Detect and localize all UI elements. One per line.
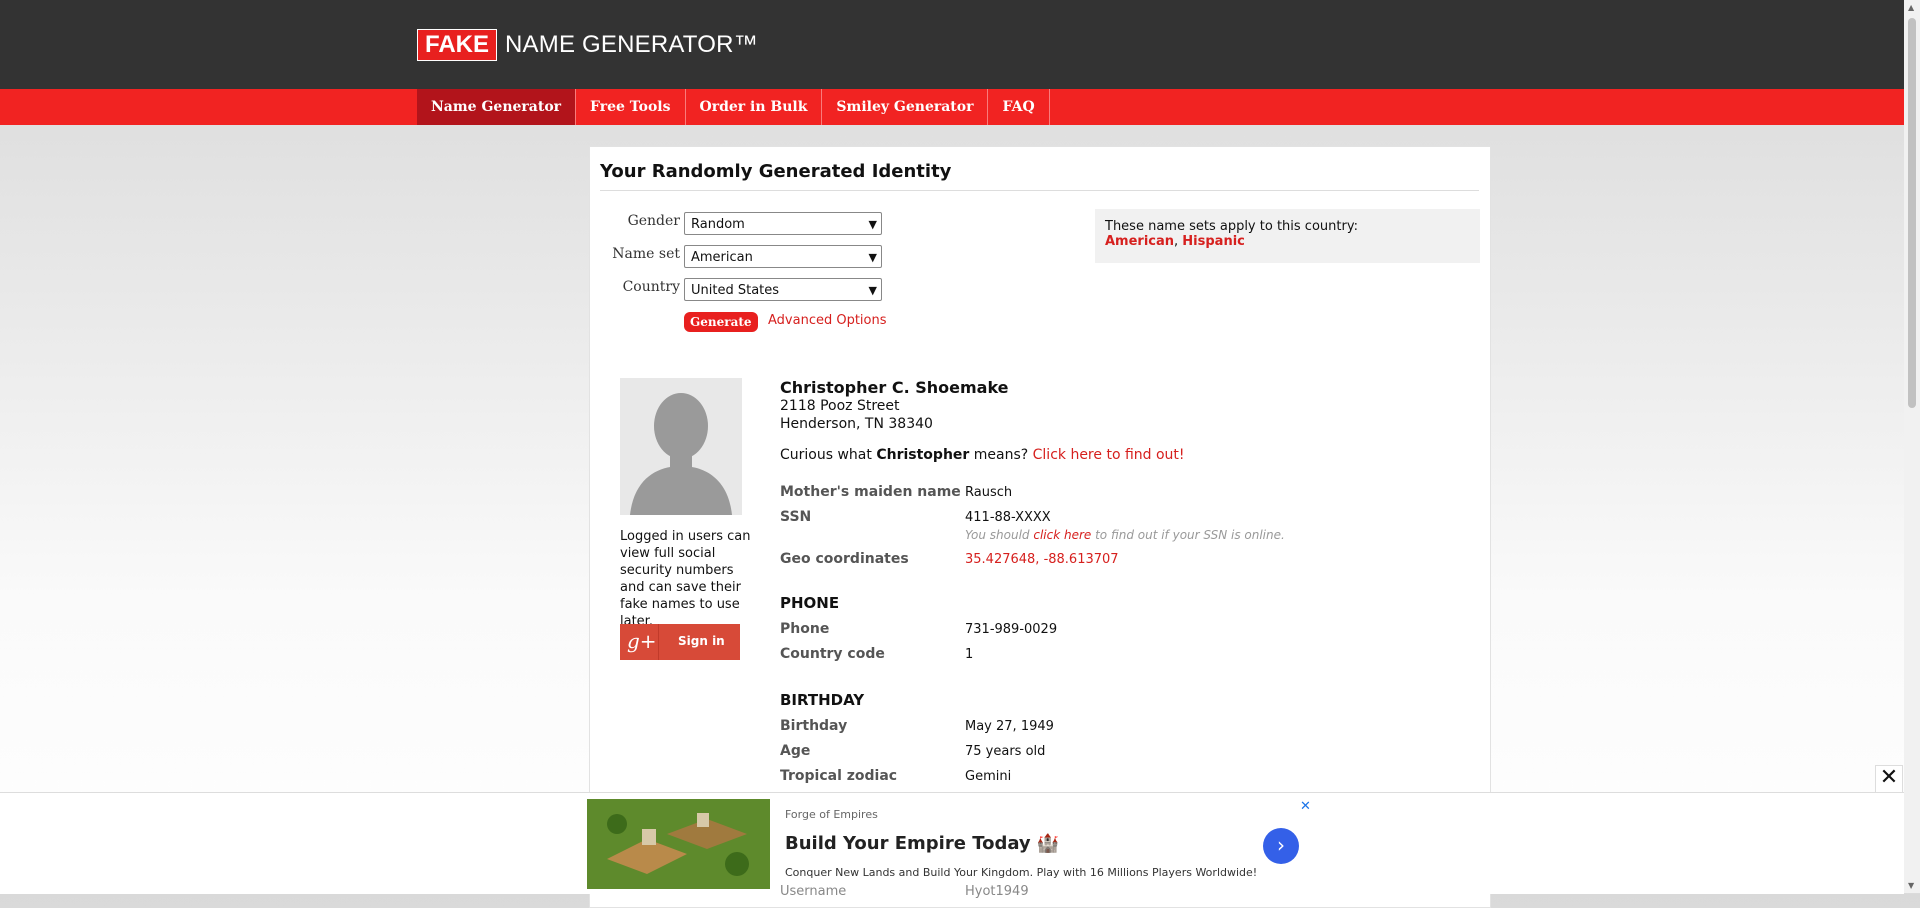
birthday-heading: BIRTHDAY xyxy=(780,691,865,709)
site-logo[interactable]: FAKE NAME GENERATOR™ xyxy=(417,29,758,61)
scrollbar-thumb[interactable] xyxy=(1908,18,1916,408)
geo-coordinates-link[interactable]: 35.427648, -88.613707 xyxy=(965,552,1119,567)
country-nameset-note: These name sets apply to this country: A… xyxy=(1095,209,1480,263)
avatar xyxy=(620,378,742,515)
nav-smiley-generator[interactable]: Smiley Generator xyxy=(822,89,989,125)
site-header: FAKE NAME GENERATOR™ xyxy=(0,0,1904,89)
maiden-name-label: Mother's maiden name xyxy=(780,484,961,500)
divider xyxy=(658,624,659,660)
nameset-value: American xyxy=(691,250,753,265)
login-note: Logged in users can view full social sec… xyxy=(620,529,751,629)
chevron-down-icon: ▼ xyxy=(868,251,877,264)
country-code-label: Country code xyxy=(780,646,885,662)
geo-label: Geo coordinates xyxy=(780,551,909,567)
ssn-hint-prefix: You should xyxy=(965,528,1034,542)
phone-label: Phone xyxy=(780,621,830,637)
nameset-label: Name set xyxy=(612,246,680,262)
age-value: 75 years old xyxy=(965,744,1046,759)
country-value: United States xyxy=(691,283,780,298)
username-value-peek: Hyot1949 xyxy=(965,884,1029,899)
birthday-value: May 27, 1949 xyxy=(965,719,1054,734)
google-plus-icon: g+ xyxy=(627,629,657,653)
scroll-up-icon[interactable]: ▲ xyxy=(1908,3,1914,12)
country-select[interactable]: United States ▼ xyxy=(684,278,882,301)
nav-free-tools[interactable]: Free Tools xyxy=(576,89,686,125)
chevron-down-icon: ▼ xyxy=(868,218,877,231)
country-code-value: 1 xyxy=(965,647,974,662)
nav-faq[interactable]: FAQ xyxy=(988,89,1050,125)
gender-value: Random xyxy=(691,217,745,232)
chevron-right-icon[interactable]: › xyxy=(1263,828,1299,864)
nav-order-in-bulk[interactable]: Order in Bulk xyxy=(686,89,823,125)
advanced-options-link[interactable]: Advanced Options xyxy=(768,313,887,328)
phone-value: 731-989-0029 xyxy=(965,622,1058,637)
ssn-check-link[interactable]: click here xyxy=(1033,528,1091,542)
ssn-hint-suffix: to find out if your SSN is online. xyxy=(1091,528,1285,542)
ad-brand[interactable]: Forge of Empires xyxy=(785,808,878,821)
birthday-label: Birthday xyxy=(780,718,848,734)
ad-banner: Forge of Empires Build Your Empire Today… xyxy=(0,792,1904,899)
identity-name: Christopher C. Shoemake xyxy=(780,378,1009,397)
nameset-link-american[interactable]: American xyxy=(1105,234,1174,249)
google-signin-button[interactable]: g+ Sign in xyxy=(620,624,740,660)
game-scene-icon xyxy=(587,799,770,889)
gender-select[interactable]: Random ▼ xyxy=(684,212,882,235)
logo-text: NAME GENERATOR™ xyxy=(505,31,758,58)
country-label: Country xyxy=(622,279,680,295)
curious-prefix: Curious what xyxy=(780,447,877,463)
country-note-text: These name sets apply to this country: xyxy=(1105,219,1358,234)
ssn-value: 411-88-XXXX xyxy=(965,510,1051,525)
nav-name-generator[interactable]: Name Generator xyxy=(417,89,577,125)
page-scrollbar[interactable]: ▲ ▼ xyxy=(1904,0,1920,893)
generate-button[interactable]: Generate xyxy=(684,312,758,332)
logo-fake: FAKE xyxy=(417,29,498,61)
age-label: Age xyxy=(780,743,811,759)
scroll-down-icon[interactable]: ▼ xyxy=(1908,881,1914,890)
divider xyxy=(600,190,1479,191)
ad-image[interactable] xyxy=(587,799,770,889)
curious-mid: means? xyxy=(969,447,1033,463)
nameset-select[interactable]: American ▼ xyxy=(684,245,882,268)
username-label-peek: Username xyxy=(780,884,847,899)
address-city: Henderson, TN 38340 xyxy=(780,416,933,432)
maiden-name-value: Rausch xyxy=(965,485,1013,500)
main-nav: Name Generator Free Tools Order in Bulk … xyxy=(0,89,1904,125)
ad-title[interactable]: Build Your Empire Today 🏰 xyxy=(785,833,1059,854)
name-meaning-line: Curious what Christopher means? Click he… xyxy=(780,447,1185,463)
ad-description: Conquer New Lands and Build Your Kingdom… xyxy=(785,866,1258,879)
gender-label: Gender xyxy=(627,213,680,229)
ssn-hint: You should click here to find out if you… xyxy=(965,528,1285,542)
signin-label: Sign in xyxy=(678,634,725,648)
ad-close-icon[interactable]: ✕ xyxy=(1300,799,1311,814)
page-title: Your Randomly Generated Identity xyxy=(600,161,952,182)
curious-name: Christopher xyxy=(876,447,970,463)
close-ad-overlay-button[interactable]: ✕ xyxy=(1875,765,1903,793)
phone-heading: PHONE xyxy=(780,594,840,612)
ssn-label: SSN xyxy=(780,509,812,525)
address-street: 2118 Pooz Street xyxy=(780,398,900,414)
name-meaning-link[interactable]: Click here to find out! xyxy=(1033,447,1185,463)
chevron-down-icon: ▼ xyxy=(868,284,877,297)
zodiac-label: Tropical zodiac xyxy=(780,768,898,784)
zodiac-value: Gemini xyxy=(965,769,1012,784)
person-silhouette-icon xyxy=(620,378,742,515)
nameset-link-hispanic[interactable]: Hispanic xyxy=(1182,234,1245,249)
